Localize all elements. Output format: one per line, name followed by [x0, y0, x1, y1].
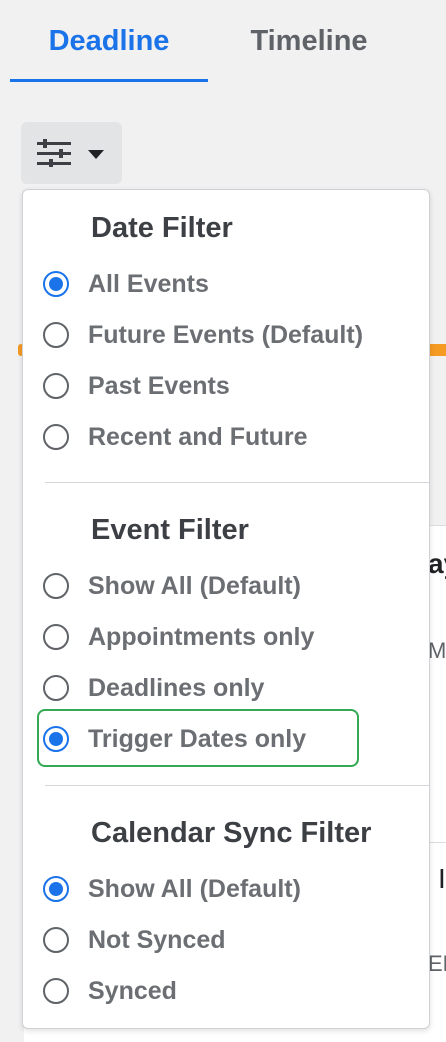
radio-checked[interactable] [43, 726, 69, 752]
option-label: Appointments only [88, 622, 315, 651]
background-orange-bar [428, 344, 446, 356]
event-option-deadlines-only[interactable]: Deadlines only [43, 666, 373, 710]
radio-unchecked[interactable] [43, 424, 69, 450]
date-option-recent-and-future[interactable]: Recent and Future [43, 415, 373, 459]
sync-option-show-all[interactable]: Show All (Default) [43, 867, 373, 911]
background-text: MS [428, 638, 446, 663]
tab-deadline-label: Deadline [48, 24, 170, 57]
sync-option-not-synced[interactable]: Not Synced [43, 918, 373, 962]
radio-unchecked[interactable] [43, 675, 69, 701]
option-label: Trigger Dates only [88, 724, 307, 753]
sync-option-synced[interactable]: Synced [43, 969, 373, 1013]
radio-unchecked[interactable] [43, 373, 69, 399]
option-label: Recent and Future [88, 422, 308, 451]
option-label: Past Events [88, 371, 230, 400]
filter-dropdown-panel: Date Filter All Events Future Events (De… [22, 189, 430, 1029]
radio-unchecked[interactable] [43, 927, 69, 953]
background-text: I [438, 863, 446, 894]
tab-timeline[interactable]: Timeline [228, 0, 390, 82]
date-option-past-events[interactable]: Past Events [43, 364, 373, 408]
option-label: Show All (Default) [88, 874, 301, 903]
divider [45, 482, 429, 483]
sliders-icon [37, 139, 71, 167]
date-option-future-events[interactable]: Future Events (Default) [43, 313, 373, 357]
radio-checked[interactable] [43, 876, 69, 902]
filter-button[interactable] [21, 122, 122, 184]
radio-unchecked[interactable] [43, 624, 69, 650]
chevron-down-icon [88, 150, 104, 159]
event-option-appointments-only[interactable]: Appointments only [43, 615, 373, 659]
option-label: Show All (Default) [88, 571, 301, 600]
option-label: Deadlines only [88, 673, 265, 702]
tab-bar: Deadline Timeline [0, 0, 446, 82]
option-label: Future Events (Default) [88, 320, 364, 349]
active-tab-underline [10, 79, 208, 82]
page: Deadline Timeline ay MS I EN Date Filter [0, 0, 446, 1042]
radio-unchecked[interactable] [43, 322, 69, 348]
event-filter-title: Event Filter [91, 514, 249, 546]
radio-unchecked[interactable] [43, 978, 69, 1004]
option-label: Synced [88, 976, 177, 1005]
option-label: All Events [88, 269, 209, 298]
tab-deadline[interactable]: Deadline [10, 0, 208, 82]
event-option-trigger-dates-only[interactable]: Trigger Dates only [43, 717, 373, 761]
date-filter-title: Date Filter [91, 212, 233, 244]
event-option-show-all[interactable]: Show All (Default) [43, 564, 373, 608]
background-text: EN [428, 951, 446, 976]
divider [45, 785, 429, 786]
date-option-all-events[interactable]: All Events [43, 262, 373, 306]
tab-timeline-label: Timeline [250, 24, 368, 57]
radio-checked[interactable] [43, 271, 69, 297]
radio-unchecked[interactable] [43, 573, 69, 599]
calendar-sync-filter-title: Calendar Sync Filter [91, 817, 372, 849]
option-label: Not Synced [88, 925, 226, 954]
background-text: ay [428, 548, 446, 579]
